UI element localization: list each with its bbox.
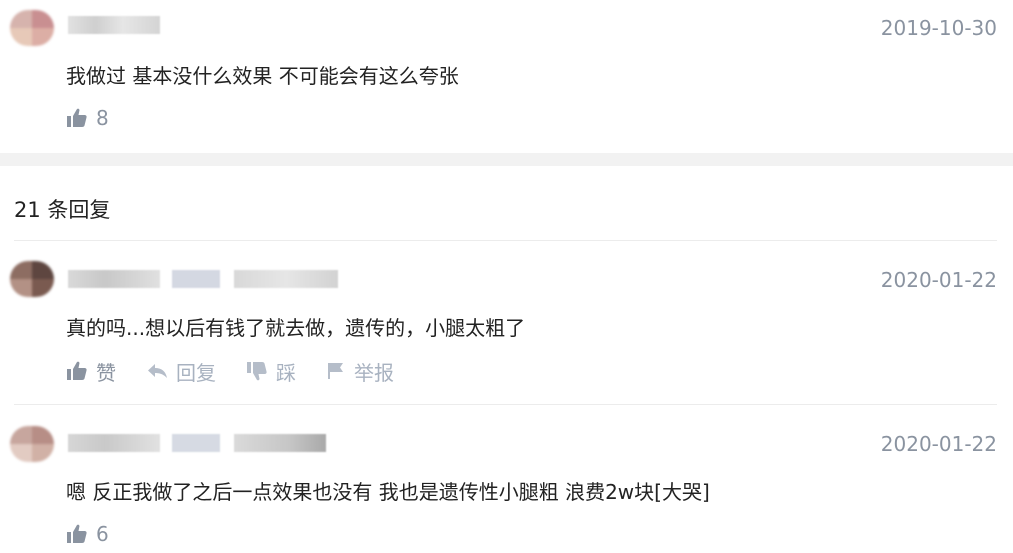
avatar[interactable] xyxy=(10,10,54,46)
reply-text: 真的吗...想以后有钱了就去做，遗传的，小腿太粗了 xyxy=(66,316,526,340)
reply-date: 2020-01-22 xyxy=(880,432,997,456)
reply-arrow-icon xyxy=(148,364,167,378)
username-blurred[interactable] xyxy=(68,16,160,34)
like-count: 8 xyxy=(96,106,109,130)
comment-text: 我做过 基本没什么效果 不可能会有这么夸张 xyxy=(66,64,459,88)
comment-actions: 8 xyxy=(66,105,139,131)
reply-count-label: 21 条回复 xyxy=(14,198,111,222)
user-badge-blurred xyxy=(172,270,220,288)
report-button[interactable]: 举报 xyxy=(326,357,394,386)
reply-button[interactable]: 回复 xyxy=(146,357,216,386)
reply-label: 回复 xyxy=(176,360,216,385)
like-label: 赞 xyxy=(96,360,116,385)
reply-text: 嗯 反正我做了之后一点效果也没有 我也是遗传性小腿粗 浪费2w块[大哭] xyxy=(66,480,710,504)
report-label: 举报 xyxy=(354,360,394,385)
thumb-down-icon xyxy=(247,362,267,381)
divider xyxy=(14,240,997,241)
comment-date: 2019-10-30 xyxy=(880,16,997,40)
reply-actions: 6 xyxy=(66,521,139,547)
thumb-up-icon xyxy=(67,108,87,127)
section-divider xyxy=(0,153,1013,166)
reply-actions: 赞 回复 踩 举报 xyxy=(66,357,424,386)
user-info-blurred xyxy=(234,434,326,452)
comment-thread: 2019-10-30 我做过 基本没什么效果 不可能会有这么夸张 8 21 条回… xyxy=(0,0,1013,553)
user-badge-blurred xyxy=(172,434,220,452)
thumb-up-icon xyxy=(67,361,87,380)
thumb-up-icon xyxy=(67,524,87,543)
like-count: 6 xyxy=(96,522,109,546)
flag-icon xyxy=(328,363,343,379)
like-button[interactable]: 8 xyxy=(66,106,109,130)
dislike-button[interactable]: 踩 xyxy=(246,357,296,386)
divider xyxy=(14,404,997,405)
avatar[interactable] xyxy=(10,426,54,462)
username-blurred[interactable] xyxy=(68,434,160,452)
username-blurred[interactable] xyxy=(68,270,160,288)
user-info-blurred xyxy=(234,270,338,288)
like-button[interactable]: 6 xyxy=(66,522,109,546)
reply-date: 2020-01-22 xyxy=(880,268,997,292)
avatar[interactable] xyxy=(10,261,54,297)
dislike-label: 踩 xyxy=(276,360,296,385)
like-button[interactable]: 赞 xyxy=(66,357,116,386)
